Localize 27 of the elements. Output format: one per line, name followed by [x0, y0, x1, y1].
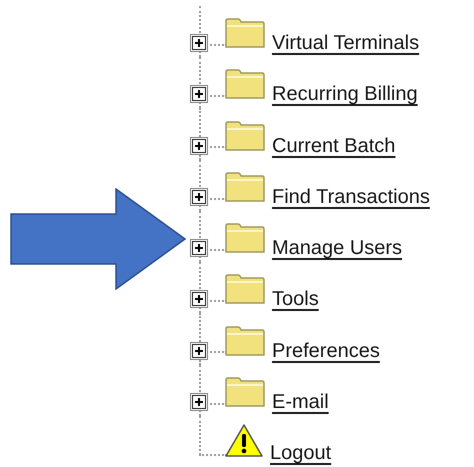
arrow-icon: [10, 188, 186, 290]
expand-icon[interactable]: [190, 392, 208, 411]
expand-icon[interactable]: [190, 290, 208, 308]
folder-icon: [224, 17, 266, 50]
folder-icon: [224, 324, 266, 357]
tree-link[interactable]: Logout: [266, 440, 332, 465]
folder-icon: [224, 68, 266, 100]
folder-icon: [224, 376, 266, 408]
expand-icon[interactable]: [190, 34, 208, 52]
expand-icon[interactable]: [190, 188, 208, 206]
folder-icon: [224, 273, 266, 306]
tree-link[interactable]: Manage Users: [268, 236, 402, 260]
tree-link[interactable]: Current Batch: [268, 134, 396, 158]
expand-icon[interactable]: [190, 239, 208, 258]
tree-link[interactable]: Recurring Billing: [268, 82, 418, 106]
tree-link[interactable]: E-mail: [268, 390, 329, 414]
tree-link[interactable]: Virtual Terminals: [268, 31, 420, 56]
warning-icon: [224, 422, 264, 459]
folder-icon: [224, 120, 266, 152]
folder-icon: [224, 170, 266, 203]
folder-icon: [224, 222, 266, 254]
tree-link[interactable]: Preferences: [268, 338, 380, 363]
expand-icon[interactable]: [190, 342, 208, 360]
expand-icon[interactable]: [190, 136, 208, 155]
expand-icon[interactable]: [190, 85, 208, 104]
tree-link[interactable]: Tools: [268, 287, 319, 312]
tree-link[interactable]: Find Transactions: [268, 184, 430, 209]
